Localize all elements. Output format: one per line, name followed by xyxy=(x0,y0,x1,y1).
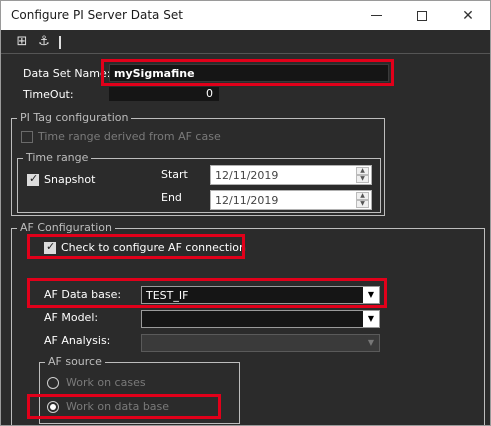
maximize-button[interactable] xyxy=(399,1,445,30)
snapshot-checkbox[interactable] xyxy=(27,172,39,186)
title-bar: Configure PI Server Data Set ✕ xyxy=(1,1,490,30)
time-range-group-title: Time range xyxy=(23,151,92,164)
pi-tag-group-title: PI Tag configuration xyxy=(17,111,132,124)
af-analysis-select[interactable]: ▼ xyxy=(141,334,380,352)
end-date-spinner[interactable]: ▲ ▼ xyxy=(356,192,369,208)
dataset-name-label: Data Set Name: xyxy=(23,67,111,80)
af-case-label: Time range derived from AF case xyxy=(38,130,221,143)
chevron-down-icon[interactable]: ▼ xyxy=(363,287,379,303)
af-config-group-title: AF Configuration xyxy=(17,221,115,234)
spin-down-icon[interactable]: ▼ xyxy=(356,175,369,183)
toolbar-separator xyxy=(59,36,61,49)
end-date-field[interactable]: 12/11/2019 ▲ ▼ xyxy=(210,190,372,210)
close-icon: ✕ xyxy=(462,7,474,24)
start-label: Start xyxy=(161,168,188,181)
af-source-group: AF source xyxy=(39,355,240,424)
work-on-cases-label: Work on cases xyxy=(66,376,146,389)
start-date-spinner[interactable]: ▲ ▼ xyxy=(356,167,369,183)
maximize-icon xyxy=(417,10,427,21)
chevron-down-icon: ▼ xyxy=(363,335,379,351)
close-button[interactable]: ✕ xyxy=(445,1,490,30)
snapshot-label: Snapshot xyxy=(44,173,96,186)
start-date-value: 12/11/2019 xyxy=(215,169,279,182)
af-database-select[interactable]: TEST_IF ▼ xyxy=(141,286,380,304)
dataset-name-input[interactable] xyxy=(109,64,389,82)
af-connect-checkbox[interactable] xyxy=(44,240,56,254)
dialog-window: Configure PI Server Data Set ✕ ⊞ ⚓ Data … xyxy=(0,0,491,426)
work-on-database-label: Work on data base xyxy=(66,400,170,413)
af-analysis-label: AF Analysis: xyxy=(44,334,111,347)
spin-up-icon[interactable]: ▲ xyxy=(356,192,369,200)
end-date-value: 12/11/2019 xyxy=(215,194,279,207)
work-on-database-radio[interactable] xyxy=(47,401,59,413)
toolbar: ⊞ ⚓ xyxy=(1,30,490,54)
af-model-label: AF Model: xyxy=(44,311,99,324)
af-source-group-title: AF source xyxy=(45,355,105,368)
timeout-input[interactable]: 0 xyxy=(109,87,219,101)
spin-up-icon[interactable]: ▲ xyxy=(356,167,369,175)
anchor-icon[interactable]: ⚓ xyxy=(36,34,52,50)
af-database-value: TEST_IF xyxy=(146,289,189,302)
af-connect-label: Check to configure AF connection xyxy=(61,241,247,254)
window-title: Configure PI Server Data Set xyxy=(11,8,183,22)
minimize-button[interactable] xyxy=(353,1,399,30)
start-date-field[interactable]: 12/11/2019 ▲ ▼ xyxy=(210,165,372,185)
minimize-icon xyxy=(370,15,382,16)
end-label: End xyxy=(161,191,182,204)
af-case-checkbox[interactable] xyxy=(21,131,33,143)
timeout-label: TimeOut: xyxy=(23,88,74,101)
work-on-cases-radio[interactable] xyxy=(47,377,59,389)
spin-down-icon[interactable]: ▼ xyxy=(356,200,369,208)
af-model-select[interactable]: ▼ xyxy=(141,310,380,328)
af-database-label: AF Data base: xyxy=(44,288,122,301)
binary-icon[interactable]: ⊞ xyxy=(14,34,30,50)
chevron-down-icon[interactable]: ▼ xyxy=(363,311,379,327)
